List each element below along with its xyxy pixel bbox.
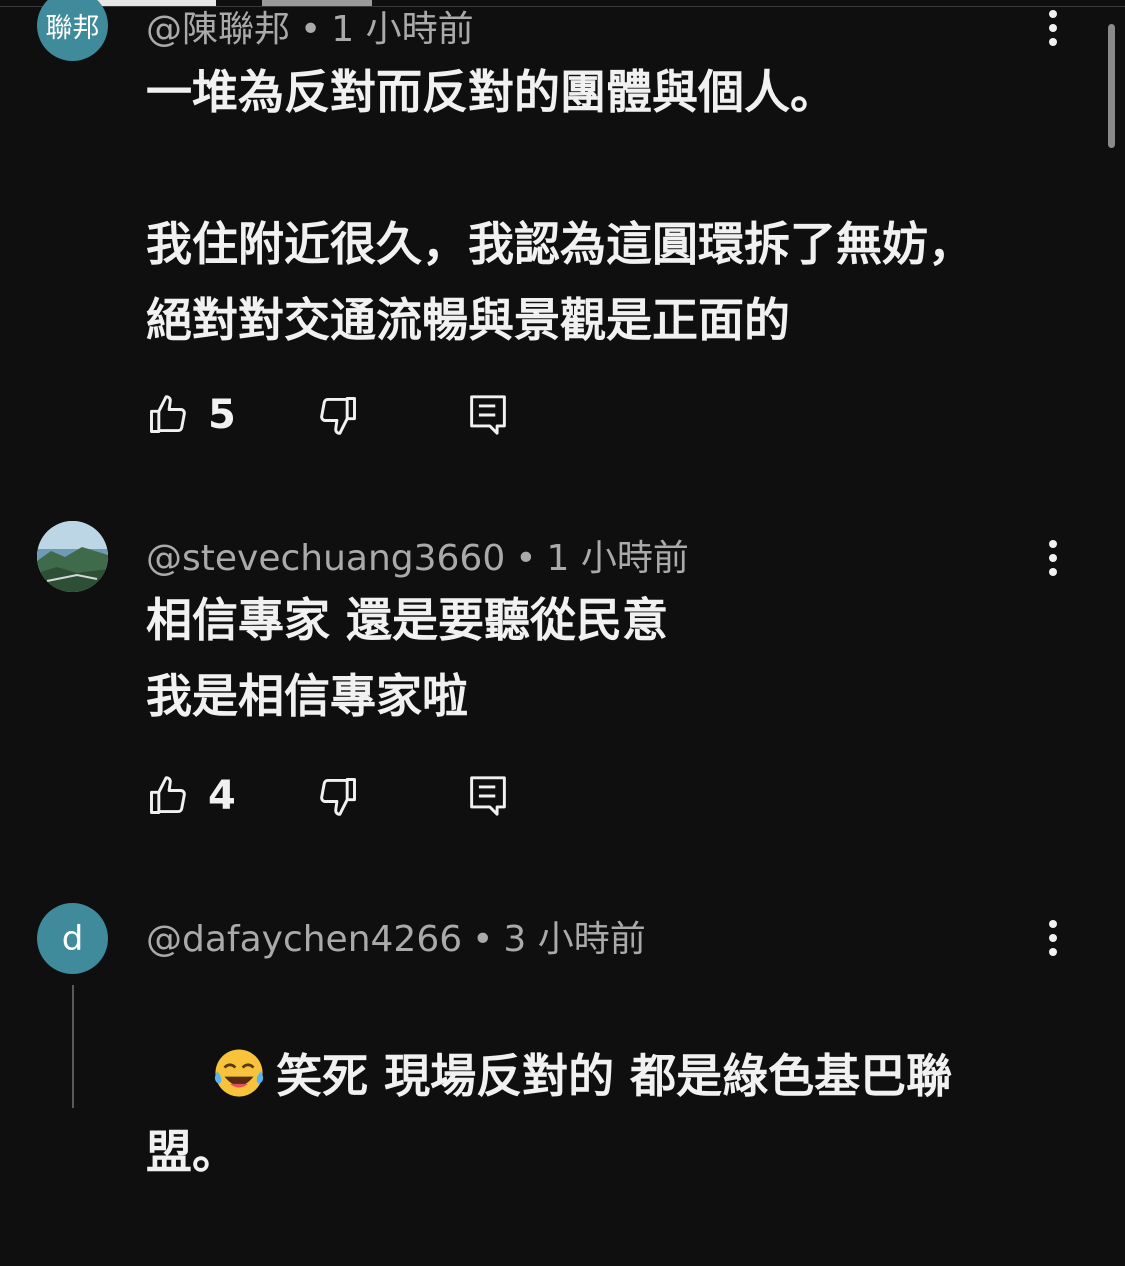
avatar[interactable]: 聯邦 <box>37 0 108 61</box>
face-with-tears-of-joy-icon <box>214 1049 264 1097</box>
comment-author[interactable]: @stevechuang3660 <box>146 538 505 579</box>
comment-time[interactable]: 1 小時前 <box>331 9 473 50</box>
avatar-landscape-image <box>37 521 108 592</box>
dislike-button[interactable] <box>316 774 360 818</box>
meta-separator: • <box>472 919 494 960</box>
comment-text: 一堆為反對而反對的團體與個人。 我住附近很久，我認為這圓環拆了無妨，絕對對交通流… <box>146 65 974 347</box>
dislike-button[interactable] <box>316 393 360 437</box>
thumbs-up-icon <box>150 395 186 433</box>
avatar[interactable]: d <box>37 903 108 974</box>
comment-text: 相信專家 還是要聽從民意 我是相信專家啦 <box>146 593 669 723</box>
comment-meta: @dafaychen4266 • 3 小時前 <box>146 910 646 962</box>
scrollbar-thumb[interactable] <box>1108 24 1115 148</box>
meta-separator: • <box>515 538 537 579</box>
reply-icon <box>470 395 506 435</box>
thumbs-down-icon <box>320 778 356 816</box>
comment-actions: 4 <box>146 773 508 819</box>
comment-author[interactable]: @dafaychen4266 <box>146 919 462 960</box>
avatar-initials: 聯邦 <box>45 13 100 44</box>
thumbs-down-icon <box>320 397 356 435</box>
more-vertical-icon[interactable] <box>1038 538 1068 578</box>
reply-icon <box>470 776 506 816</box>
thumbs-up-icon <box>150 776 186 814</box>
comment-meta: @stevechuang3660 • 1 小時前 <box>146 529 689 581</box>
comment-text-container: 笑死 現場反對的 都是綠色基巴聯盟。 <box>146 962 1016 1266</box>
avatar[interactable] <box>37 521 108 592</box>
like-button[interactable]: 5 <box>146 392 236 438</box>
comment-time[interactable]: 1 小時前 <box>546 538 688 579</box>
like-button[interactable]: 4 <box>146 773 236 819</box>
comment-time[interactable]: 3 小時前 <box>503 919 645 960</box>
reply-button[interactable] <box>468 393 508 437</box>
comment-meta: @陳聯邦 • 1 小時前 <box>146 0 474 52</box>
more-vertical-icon[interactable] <box>1038 918 1068 958</box>
comment-author[interactable]: @陳聯邦 <box>146 9 290 50</box>
thread-line <box>72 985 74 1108</box>
reply-button[interactable] <box>468 774 508 818</box>
like-count: 5 <box>208 392 236 438</box>
avatar-initial: d <box>61 918 84 959</box>
more-vertical-icon[interactable] <box>1038 8 1068 48</box>
like-count: 4 <box>208 773 236 819</box>
comment-actions: 5 <box>146 392 508 438</box>
meta-separator: • <box>300 9 322 50</box>
